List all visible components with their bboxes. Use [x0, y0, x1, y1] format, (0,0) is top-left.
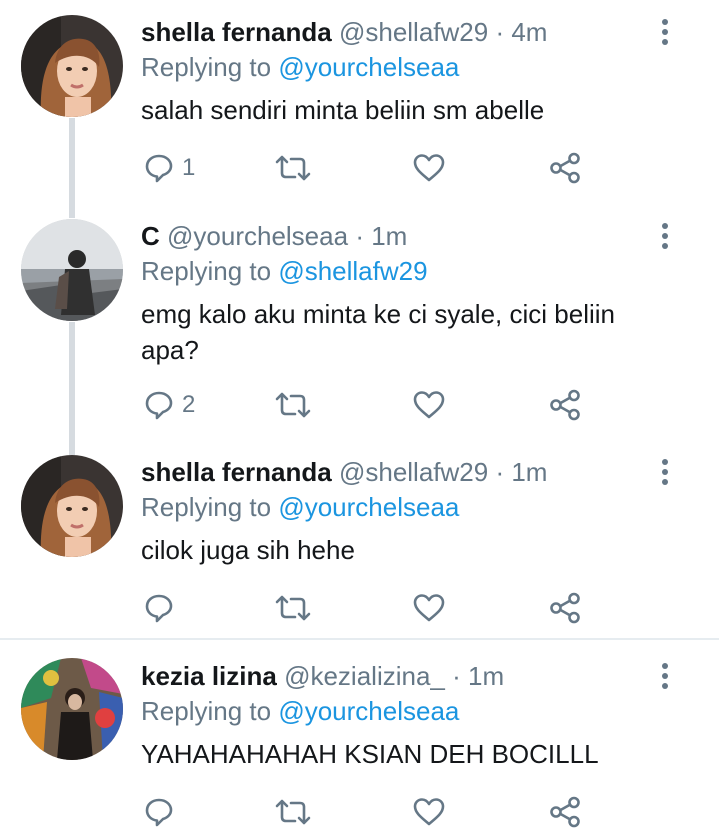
- reply-icon: [145, 154, 173, 183]
- like-button[interactable]: [413, 588, 445, 628]
- share-icon: [550, 592, 580, 624]
- share-icon: [550, 152, 580, 184]
- tweet[interactable]: C @yourchelseaa · 1m Replying to @shella…: [0, 202, 719, 438]
- replying-to: Replying to @yourchelseaa: [141, 695, 459, 727]
- display-name[interactable]: kezia lizina: [141, 661, 277, 691]
- retweet-button[interactable]: [275, 385, 311, 425]
- display-name[interactable]: shella fernanda: [141, 457, 332, 487]
- mention-link[interactable]: @yourchelseaa: [278, 696, 459, 726]
- tweet-header: kezia lizina @kezializina_ · 1m: [141, 660, 504, 692]
- replying-to-label: Replying to: [141, 696, 272, 726]
- mention-link[interactable]: @shellafw29: [278, 256, 427, 286]
- share-icon: [550, 796, 580, 828]
- retweet-icon: [275, 799, 311, 825]
- replying-to: Replying to @yourchelseaa: [141, 51, 459, 83]
- tweet-header: shella fernanda @shellafw29 · 1m: [141, 456, 547, 488]
- tweet-text: YAHAHAHAHAH KSIAN DEH BOCILLL: [141, 739, 599, 769]
- display-name[interactable]: C: [141, 221, 160, 251]
- avatar-photo-shella: [21, 15, 123, 117]
- retweet-icon: [275, 595, 311, 621]
- share-button[interactable]: [549, 385, 581, 425]
- retweet-icon: [275, 155, 311, 181]
- reply-icon: [145, 391, 173, 420]
- more-options-button[interactable]: [655, 220, 675, 256]
- like-icon: [413, 391, 445, 419]
- timestamp[interactable]: · 1m: [495, 457, 547, 487]
- reply-icon: [145, 594, 173, 623]
- more-vertical-icon: [655, 19, 675, 45]
- tweet-header: C @yourchelseaa · 1m: [141, 220, 407, 252]
- tweet[interactable]: shella fernanda @shellafw29 · 1m Replyin…: [0, 438, 719, 638]
- more-options-button[interactable]: [655, 16, 675, 52]
- like-button[interactable]: [413, 792, 445, 832]
- share-button[interactable]: [549, 148, 581, 188]
- more-vertical-icon: [655, 663, 675, 689]
- timestamp[interactable]: · 1m: [452, 661, 504, 691]
- like-icon: [413, 594, 445, 622]
- avatar[interactable]: [21, 455, 123, 557]
- tweet[interactable]: kezia lizina @kezializina_ · 1m Replying…: [0, 640, 719, 837]
- replying-to-label: Replying to: [141, 256, 272, 286]
- tweet-header: shella fernanda @shellafw29 · 4m: [141, 16, 547, 48]
- timestamp[interactable]: · 1m: [355, 221, 407, 251]
- more-options-button[interactable]: [655, 660, 675, 696]
- user-handle[interactable]: @kezializina_: [284, 661, 445, 691]
- mention-link[interactable]: @yourchelseaa: [278, 492, 459, 522]
- share-icon: [550, 389, 580, 421]
- retweet-button[interactable]: [275, 792, 311, 832]
- like-icon: [413, 798, 445, 826]
- reply-button[interactable]: [144, 792, 182, 832]
- reply-count: 1: [182, 154, 196, 181]
- replying-to-label: Replying to: [141, 52, 272, 82]
- share-button[interactable]: [549, 588, 581, 628]
- like-icon: [413, 154, 445, 182]
- avatar[interactable]: [21, 658, 123, 760]
- replying-to: Replying to @yourchelseaa: [141, 491, 459, 523]
- retweet-button[interactable]: [275, 588, 311, 628]
- retweet-button[interactable]: [275, 148, 311, 188]
- more-options-button[interactable]: [655, 456, 675, 492]
- display-name[interactable]: shella fernanda: [141, 17, 332, 47]
- tweet-text: salah sendiri minta beliin sm abelle: [141, 95, 545, 125]
- tweet-text: emg kalo aku minta ke ci syale, cici bel…: [141, 299, 615, 365]
- user-handle[interactable]: @shellafw29: [339, 17, 488, 47]
- timestamp[interactable]: · 4m: [495, 17, 547, 47]
- share-button[interactable]: [549, 792, 581, 832]
- reply-button[interactable]: 1: [144, 148, 195, 188]
- tweet-text: cilok juga sih hehe: [141, 535, 355, 565]
- avatar-photo-c: [21, 219, 123, 321]
- avatar-photo-shella: [21, 455, 123, 557]
- avatar[interactable]: [21, 15, 123, 117]
- mention-link[interactable]: @yourchelseaa: [278, 52, 459, 82]
- reply-count: 2: [182, 391, 196, 418]
- replying-to-label: Replying to: [141, 492, 272, 522]
- reply-button[interactable]: [144, 588, 182, 628]
- like-button[interactable]: [413, 148, 445, 188]
- more-vertical-icon: [655, 459, 675, 485]
- more-vertical-icon: [655, 223, 675, 249]
- avatar[interactable]: [21, 219, 123, 321]
- retweet-icon: [275, 392, 311, 418]
- user-handle[interactable]: @shellafw29: [339, 457, 488, 487]
- like-button[interactable]: [413, 385, 445, 425]
- tweet[interactable]: shella fernanda @shellafw29 · 4m Replyin…: [0, 0, 719, 202]
- reply-button[interactable]: 2: [144, 385, 195, 425]
- user-handle[interactable]: @yourchelseaa: [167, 221, 348, 251]
- reply-icon: [145, 798, 173, 827]
- avatar-photo-kezia: [21, 658, 123, 760]
- replying-to: Replying to @shellafw29: [141, 255, 428, 287]
